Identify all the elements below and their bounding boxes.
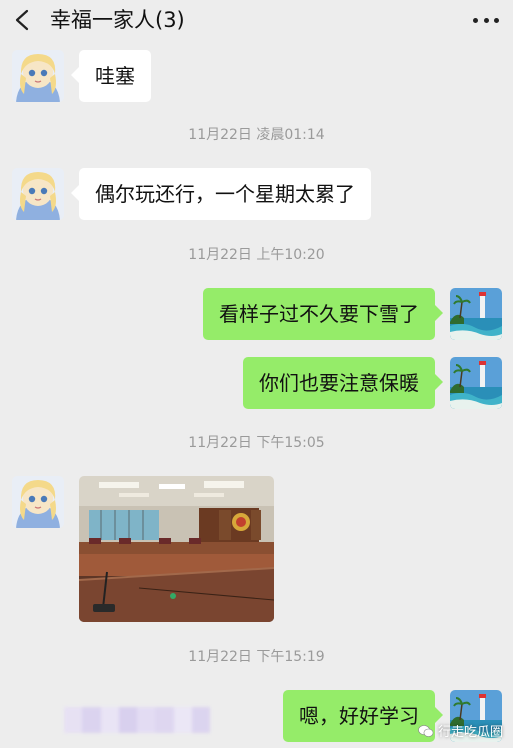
chevron-left-icon [15, 9, 29, 31]
timestamp: 11月22日 上午10:20 [188, 247, 325, 263]
lighthouse-beach-avatar-icon [450, 288, 502, 340]
anime-girl-avatar-icon [12, 168, 64, 220]
avatar-self[interactable] [450, 288, 502, 340]
timestamp: 11月22日 下午15:05 [188, 435, 325, 451]
chat-title: 幸福一家人(3) [50, 8, 185, 32]
message-bubble-outgoing[interactable]: 嗯，好好学习 [283, 690, 443, 742]
image-message-courtroom-photo[interactable] [79, 476, 274, 622]
back-button[interactable] [12, 8, 34, 32]
message-bubble-incoming[interactable]: 哇塞 [71, 50, 151, 102]
timestamp: 11月22日 凌晨01:14 [188, 127, 325, 143]
blurred-content [64, 707, 210, 733]
wechat-logo-icon [418, 724, 434, 737]
more-dot [494, 17, 499, 23]
message-bubble-incoming[interactable]: 偶尔玩还行，一个星期太累了 [71, 168, 371, 220]
more-dots-icon [473, 17, 478, 23]
anime-girl-avatar-icon [12, 50, 64, 102]
lighthouse-beach-avatar-icon [450, 357, 502, 409]
avatar-other[interactable] [12, 168, 64, 220]
chat-header: 幸福一家人(3) [0, 0, 513, 40]
anime-girl-avatar-icon [12, 476, 64, 528]
watermark: 行走吃瓜圈 [418, 721, 503, 740]
courtroom-photo [79, 476, 274, 622]
watermark-text: 行走吃瓜圈 [437, 725, 503, 740]
timestamp: 11月22日 下午15:19 [188, 649, 325, 665]
avatar-self[interactable] [450, 357, 502, 409]
avatar-other[interactable] [12, 476, 64, 528]
more-options-button[interactable] [473, 8, 499, 32]
message-bubble-outgoing[interactable]: 看样子过不久要下雪了 [203, 288, 443, 340]
message-bubble-outgoing[interactable]: 你们也要注意保暖 [243, 357, 443, 409]
avatar-other[interactable] [12, 50, 64, 102]
more-dot [483, 17, 489, 23]
